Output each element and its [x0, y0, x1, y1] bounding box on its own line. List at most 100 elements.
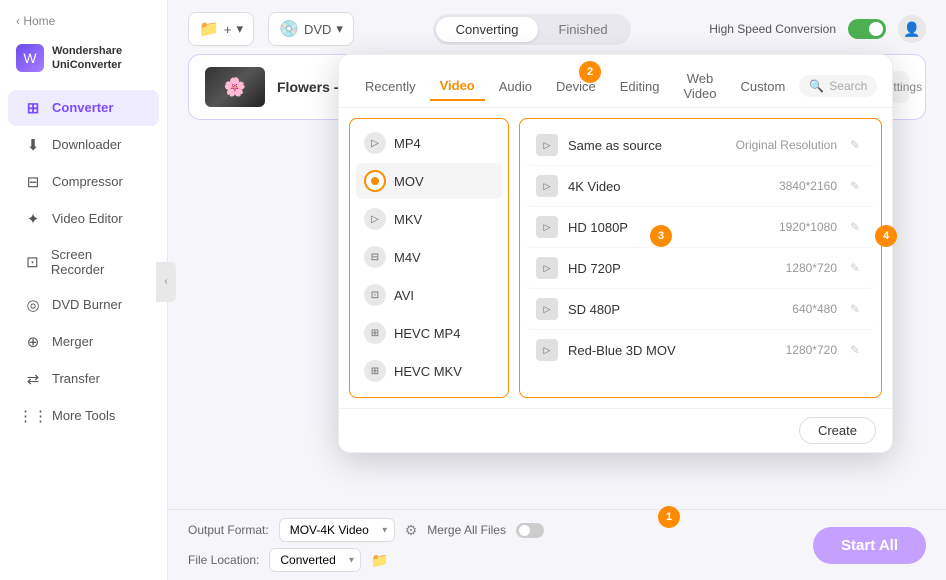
screen-recorder-icon: ⊡: [24, 253, 41, 271]
dropdown-body: 3 ▷ MP4 MOV ▷ MKV ⊟ M4V: [339, 108, 892, 408]
res-item-480p[interactable]: ▷ SD 480P 640*480 ✎: [526, 289, 875, 330]
edit-icon[interactable]: ✎: [845, 217, 865, 237]
sidebar-item-label: Merger: [52, 334, 93, 349]
add-icon: 📁: [199, 19, 219, 39]
edit-icon[interactable]: ✎: [845, 258, 865, 278]
file-location-select-wrapper: Converted: [269, 548, 361, 572]
sidebar-item-screen-recorder[interactable]: ⊡ Screen Recorder: [8, 238, 159, 286]
tab-finished[interactable]: Finished: [538, 17, 627, 42]
dvd-burner-icon: ◎: [24, 296, 42, 314]
hevc-mkv-icon: ⊞: [364, 360, 386, 382]
res-name: HD 720P: [568, 261, 786, 276]
merge-label: Merge All Files: [427, 523, 506, 537]
res-name: Same as source: [568, 138, 736, 153]
m4v-icon: ⊟: [364, 246, 386, 268]
sidebar-item-downloader[interactable]: ⬇ Downloader: [8, 127, 159, 163]
app-name: Wondershare UniConverter: [52, 44, 122, 73]
start-all-button[interactable]: Start All: [813, 527, 926, 564]
res-name: Red-Blue 3D MOV: [568, 343, 786, 358]
sidebar-item-label: Screen Recorder: [51, 247, 143, 277]
res-item-4k[interactable]: ▷ 4K Video 3840*2160 ✎: [526, 166, 875, 207]
sidebar-item-more-tools[interactable]: ⋮⋮ More Tools: [8, 398, 159, 434]
format-item-avi[interactable]: ⊡ AVI: [356, 277, 502, 313]
format-label: HEVC MP4: [394, 326, 460, 341]
create-button[interactable]: Create: [799, 417, 876, 444]
sidebar-item-transfer[interactable]: ⇄ Transfer: [8, 361, 159, 397]
resolution-list: 4 ▷ Same as source Original Resolution ✎…: [519, 118, 882, 398]
res-dim: 1920*1080: [779, 220, 837, 234]
format-item-mkv[interactable]: ▷ MKV: [356, 201, 502, 237]
res-name: 4K Video: [568, 179, 779, 194]
res-icon: ▷: [536, 134, 558, 156]
dropdown-tabs: Recently Video Audio Device Editing Web …: [339, 55, 892, 108]
edit-icon[interactable]: ✎: [845, 340, 865, 360]
format-item-m4v[interactable]: ⊟ M4V: [356, 239, 502, 275]
video-editor-icon: ✦: [24, 210, 42, 228]
tab-recently[interactable]: Recently: [355, 73, 426, 100]
add-file-button[interactable]: 📁 + ▾: [188, 12, 254, 46]
collapse-sidebar-arrow[interactable]: ‹: [156, 262, 176, 302]
tab-editing[interactable]: Editing: [610, 73, 670, 100]
merge-toggle[interactable]: [516, 523, 544, 538]
sidebar-nav: ⊞ Converter ⬇ Downloader ⊟ Compressor ✦ …: [0, 85, 167, 580]
edit-icon[interactable]: ✎: [845, 299, 865, 319]
high-speed-toggle[interactable]: [848, 19, 886, 39]
sidebar-item-label: Converter: [52, 100, 113, 115]
search-box[interactable]: 🔍 Search: [799, 75, 877, 97]
bottom-left: Output Format: MOV-4K Video ⚙ Merge All …: [188, 518, 544, 572]
file-thumbnail: 🌸: [205, 67, 265, 107]
format-item-mp4[interactable]: ▷ MP4: [356, 125, 502, 161]
sidebar-item-label: Video Editor: [52, 211, 123, 226]
file-location-select[interactable]: Converted: [269, 548, 361, 572]
format-label: AVI: [394, 288, 414, 303]
tab-converting[interactable]: Converting: [436, 17, 539, 42]
avatar[interactable]: 👤: [898, 15, 926, 43]
res-item-1080p[interactable]: ▷ HD 1080P 1920*1080 ✎: [526, 207, 875, 248]
tab-group: Converting Finished: [433, 14, 631, 45]
mp4-icon: ▷: [364, 132, 386, 154]
sidebar-item-video-editor[interactable]: ✦ Video Editor: [8, 201, 159, 237]
sidebar-item-converter[interactable]: ⊞ Converter: [8, 90, 159, 126]
output-format-label: Output Format:: [188, 523, 269, 537]
tab-custom[interactable]: Custom: [731, 73, 796, 100]
mkv-icon: ▷: [364, 208, 386, 230]
res-name: SD 480P: [568, 302, 792, 317]
format-item-mov[interactable]: MOV: [356, 163, 502, 199]
topbar: 📁 + ▾ 💿 DVD ▾ Converting Finished High S…: [168, 0, 946, 54]
edit-icon[interactable]: ✎: [845, 135, 865, 155]
sidebar-item-label: Compressor: [52, 174, 123, 189]
res-icon: ▷: [536, 175, 558, 197]
tab-device[interactable]: Device: [546, 73, 606, 100]
dropdown-footer: Create: [339, 408, 892, 452]
badge-4: 4: [875, 225, 882, 247]
sidebar-item-compressor[interactable]: ⊟ Compressor: [8, 164, 159, 200]
res-item-720p[interactable]: ▷ HD 720P 1280*720 ✎: [526, 248, 875, 289]
chevron-down-icon: ▾: [237, 21, 244, 37]
more-tools-icon: ⋮⋮: [24, 407, 42, 425]
tab-video[interactable]: Video: [430, 72, 485, 101]
avi-icon: ⊡: [364, 284, 386, 306]
format-label: MP4: [394, 136, 421, 151]
format-label: MKV: [394, 212, 422, 227]
res-item-3d-mov[interactable]: ▷ Red-Blue 3D MOV 1280*720 ✎: [526, 330, 875, 370]
res-icon: ▷: [536, 298, 558, 320]
sidebar-item-label: Downloader: [52, 137, 121, 152]
home-link[interactable]: ‹ Home: [16, 14, 55, 28]
edit-icon[interactable]: ✎: [845, 176, 865, 196]
format-item-hevc-mkv[interactable]: ⊞ HEVC MKV: [356, 353, 502, 389]
folder-icon[interactable]: 📁: [371, 552, 388, 569]
format-settings-icon[interactable]: ⚙: [405, 522, 418, 539]
res-item-same-source[interactable]: ▷ Same as source Original Resolution ✎: [526, 125, 875, 166]
sidebar-item-dvd-burner[interactable]: ◎ DVD Burner: [8, 287, 159, 323]
tab-web-video[interactable]: Web Video: [674, 65, 727, 107]
res-dim: 1280*720: [786, 343, 837, 357]
search-icon: 🔍: [809, 79, 824, 93]
sidebar-item-merger[interactable]: ⊕ Merger: [8, 324, 159, 360]
tab-audio[interactable]: Audio: [489, 73, 542, 100]
output-format-select[interactable]: MOV-4K Video: [279, 518, 395, 542]
format-item-hevc-mp4[interactable]: ⊞ HEVC MP4: [356, 315, 502, 351]
add-dvd-button[interactable]: 💿 DVD ▾: [268, 12, 354, 46]
chevron-down-icon: ▾: [336, 21, 343, 37]
topbar-right: High Speed Conversion 👤: [709, 15, 926, 43]
badge-1: 1: [658, 506, 680, 528]
